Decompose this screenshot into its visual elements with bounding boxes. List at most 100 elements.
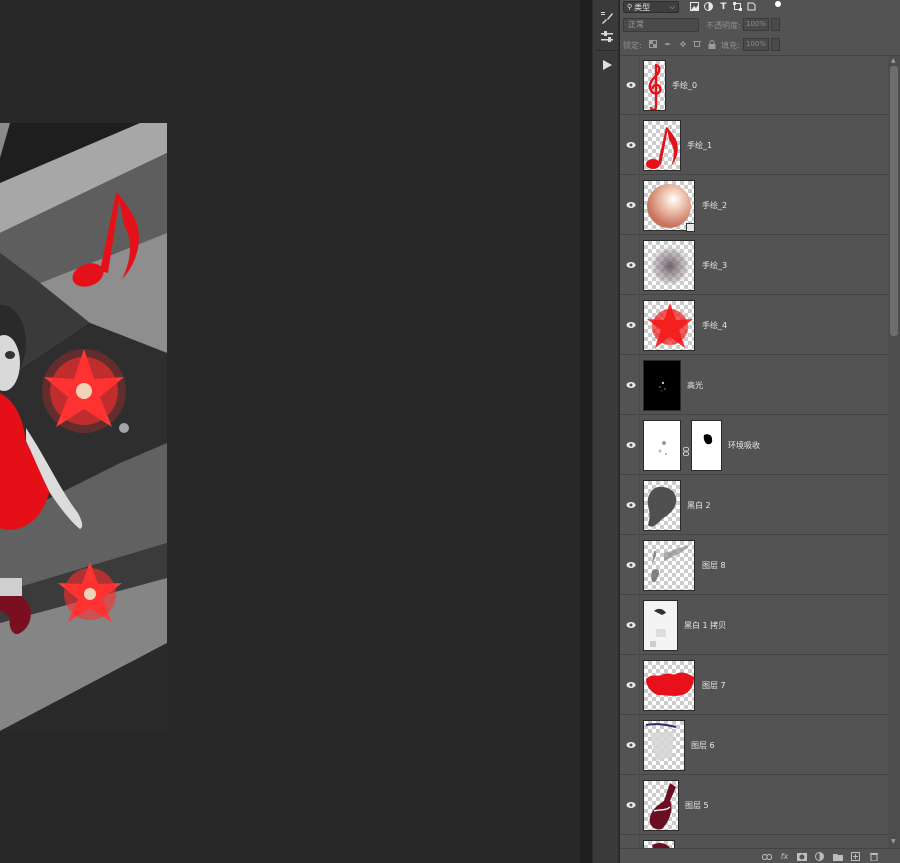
fill-field[interactable]: 100% — [743, 38, 769, 51]
visibility-eye-icon[interactable] — [626, 801, 636, 809]
group-folder-icon[interactable] — [832, 851, 843, 862]
layer-name[interactable]: 图层 8 — [702, 560, 726, 571]
layer-row[interactable]: 手绘_2 — [620, 176, 888, 235]
image-filter-icon[interactable] — [689, 1, 700, 12]
add-mask-icon[interactable] — [796, 851, 807, 862]
adjustments-icon[interactable] — [596, 26, 617, 47]
blend-mode-select[interactable]: 正常 — [623, 18, 699, 32]
eye-column-divider — [639, 716, 640, 775]
layer-row[interactable] — [620, 836, 888, 848]
layer-thumbnail[interactable] — [643, 540, 695, 591]
visibility-eye-icon[interactable] — [626, 81, 636, 89]
layers-panel: ⚲ 类型 ⌵ T 正常 不透明度: 100% 锁定: ✒ ✥ 填充: 100% … — [620, 0, 900, 863]
link-layers-icon[interactable] — [761, 851, 772, 862]
eye-column-divider — [639, 536, 640, 595]
eye-column-divider — [639, 176, 640, 235]
play-icon[interactable] — [596, 54, 617, 75]
artwork-preview[interactable] — [0, 123, 167, 731]
layer-row[interactable]: 手绘_1 — [620, 116, 888, 175]
layer-row[interactable]: 手绘_4 — [620, 296, 888, 355]
photoshop-window: ⚲ 类型 ⌵ T 正常 不透明度: 100% 锁定: ✒ ✥ 填充: 100% … — [0, 0, 900, 863]
scroll-up-icon[interactable]: ▲ — [891, 57, 896, 64]
layer-thumbnail[interactable] — [643, 840, 675, 848]
visibility-eye-icon[interactable] — [626, 501, 636, 509]
layer-thumbnail[interactable] — [643, 240, 695, 291]
adjustment-filter-icon[interactable] — [703, 1, 714, 12]
fill-slider-button[interactable] — [771, 38, 780, 51]
search-icon: ⚲ — [627, 3, 633, 11]
fx-icon[interactable]: fx — [779, 851, 790, 862]
visibility-eye-icon[interactable] — [626, 141, 636, 149]
layer-name[interactable]: 环境吸收 — [728, 440, 760, 451]
layer-thumbnail[interactable] — [643, 300, 695, 351]
scroll-down-icon[interactable]: ▼ — [891, 838, 896, 845]
filter-toggle-icon[interactable] — [772, 0, 783, 9]
layer-row[interactable]: 图层 7 — [620, 656, 888, 715]
layer-name[interactable]: 图层 7 — [702, 680, 726, 691]
lock-transparent-icon[interactable] — [648, 39, 658, 49]
layer-name[interactable]: 图层 6 — [691, 740, 715, 751]
layer-row[interactable]: 手绘_3 — [620, 236, 888, 295]
layer-list[interactable]: 手绘_0 手绘_1 手绘_2 手绘_3 手绘_4 高光 环境吸收 黑白 2 图层… — [620, 56, 888, 848]
layer-row[interactable]: 高光 — [620, 356, 888, 415]
visibility-eye-icon[interactable] — [626, 321, 636, 329]
layer-row[interactable]: 图层 8 — [620, 536, 888, 595]
lock-artboard-icon[interactable] — [692, 39, 702, 49]
visibility-eye-icon[interactable] — [626, 741, 636, 749]
opacity-slider-button[interactable] — [771, 18, 780, 31]
layer-filter-select[interactable]: ⚲ 类型 ⌵ — [623, 1, 679, 13]
layer-thumbnail[interactable] — [643, 600, 678, 651]
layer-name[interactable]: 黑白 1 拷贝 — [684, 620, 726, 631]
layer-name[interactable]: 图层 5 — [685, 800, 709, 811]
layer-mask-thumbnail[interactable] — [691, 420, 722, 471]
lock-position-icon[interactable]: ✥ — [678, 39, 688, 49]
smart-object-badge-icon — [686, 223, 695, 232]
visibility-eye-icon[interactable] — [626, 201, 636, 209]
layer-name[interactable]: 手绘_1 — [687, 140, 712, 151]
smart-object-filter-icon[interactable] — [746, 1, 757, 12]
trash-icon[interactable] — [868, 851, 879, 862]
scrollbar-thumb[interactable] — [890, 66, 898, 336]
layer-row[interactable]: 环境吸收 — [620, 416, 888, 475]
layer-row[interactable]: 图层 5 — [620, 776, 888, 835]
layer-row[interactable]: 黑白 1 拷贝 — [620, 596, 888, 655]
panel-divider — [580, 0, 592, 863]
layer-list-scrollbar[interactable]: ▲ ▼ — [888, 56, 900, 848]
visibility-eye-icon[interactable] — [626, 441, 636, 449]
layer-name[interactable]: 黑白 2 — [687, 500, 711, 511]
layer-row[interactable]: 黑白 2 — [620, 476, 888, 535]
opacity-label: 不透明度: — [706, 21, 741, 30]
opacity-field[interactable]: 100% — [743, 18, 769, 31]
layer-thumbnail[interactable] — [643, 720, 685, 771]
adjustment-layer-icon[interactable] — [814, 851, 825, 862]
visibility-eye-icon[interactable] — [626, 681, 636, 689]
layer-row[interactable]: 手绘_0 — [620, 56, 888, 115]
layer-name[interactable]: 高光 — [687, 380, 703, 391]
visibility-eye-icon[interactable] — [626, 261, 636, 269]
new-layer-icon[interactable] — [850, 851, 861, 862]
layer-name[interactable]: 手绘_4 — [702, 320, 727, 331]
layer-thumbnail[interactable] — [643, 480, 681, 531]
layer-thumbnail[interactable] — [643, 660, 695, 711]
lock-paint-icon[interactable]: ✒ — [663, 39, 673, 49]
document-canvas-area[interactable] — [0, 0, 580, 863]
brush-settings-icon[interactable] — [596, 7, 617, 28]
visibility-eye-icon[interactable] — [626, 621, 636, 629]
visibility-eye-icon[interactable] — [626, 561, 636, 569]
shape-filter-icon[interactable] — [732, 1, 743, 12]
layer-thumbnail[interactable] — [643, 360, 681, 411]
lock-label: 锁定: — [623, 41, 642, 50]
layer-name[interactable]: 手绘_2 — [702, 200, 727, 211]
type-filter-icon[interactable]: T — [718, 1, 729, 12]
layer-thumbnail[interactable] — [643, 420, 681, 471]
layer-thumbnail[interactable] — [643, 120, 681, 171]
mask-link-icon[interactable] — [683, 441, 689, 456]
layer-thumbnail[interactable] — [643, 780, 679, 831]
lock-all-icon[interactable] — [707, 39, 717, 49]
eye-column-divider — [639, 596, 640, 655]
layer-row[interactable]: 图层 6 — [620, 716, 888, 775]
layer-name[interactable]: 手绘_0 — [672, 80, 697, 91]
layer-name[interactable]: 手绘_3 — [702, 260, 727, 271]
visibility-eye-icon[interactable] — [626, 381, 636, 389]
layer-thumbnail[interactable] — [643, 60, 666, 111]
